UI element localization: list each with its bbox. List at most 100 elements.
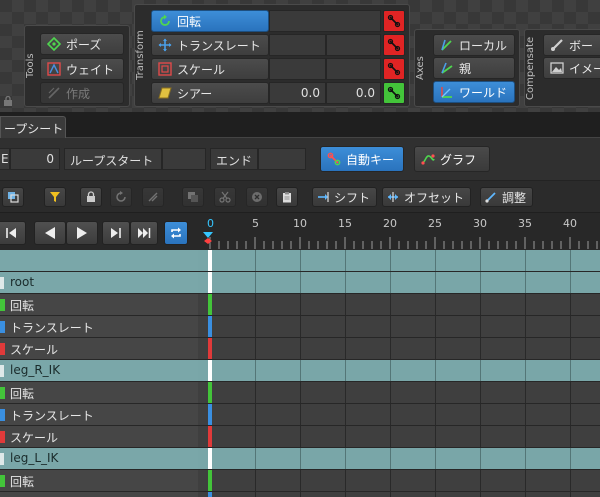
compensate-image-button[interactable]: イメー: [543, 57, 600, 79]
timeline-bone-row[interactable]: leg_R_IK: [0, 360, 600, 382]
rotate-button[interactable]: 回転: [151, 10, 269, 32]
row-track[interactable]: [198, 316, 600, 337]
compensate-group-label: Compensate: [525, 36, 536, 100]
track-grid-line: [390, 316, 391, 337]
lock-icon[interactable]: [3, 95, 13, 106]
parent-axes-button[interactable]: 親: [433, 57, 515, 79]
row-track[interactable]: [198, 448, 600, 469]
delete-button[interactable]: [246, 187, 268, 207]
scale-y-field[interactable]: [326, 58, 381, 80]
property-color-swatch: [0, 387, 5, 399]
filter-button[interactable]: [44, 187, 66, 207]
track-grid-line: [300, 316, 301, 337]
weight-button[interactable]: ウェイト: [40, 58, 124, 80]
timeline-property-row[interactable]: トランスレート: [0, 404, 600, 426]
timeline-property-row[interactable]: 回転: [0, 470, 600, 492]
play-forward-button[interactable]: [66, 221, 98, 245]
row-track[interactable]: [198, 426, 600, 447]
row-track[interactable]: [198, 470, 600, 491]
row-track[interactable]: [198, 250, 600, 271]
tab-loopsheet[interactable]: ープシート: [0, 116, 66, 138]
playhead-line: [208, 360, 212, 381]
loop-start-field[interactable]: [162, 148, 206, 170]
timeline-property-row[interactable]: [0, 492, 600, 497]
row-track[interactable]: [198, 382, 600, 403]
translate-x-field[interactable]: [269, 34, 326, 56]
row-track[interactable]: [198, 492, 600, 497]
track-grid-line: [480, 470, 481, 491]
timeline-property-row[interactable]: トランスレート: [0, 316, 600, 338]
timeline-property-row[interactable]: 回転: [0, 294, 600, 316]
duplicate-button[interactable]: [182, 187, 204, 207]
timeline-bone-row[interactable]: [0, 250, 600, 272]
loop-button[interactable]: [110, 187, 132, 207]
local-axes-button[interactable]: ローカル: [433, 34, 515, 56]
row-track[interactable]: [198, 360, 600, 381]
key-icon: [387, 62, 401, 76]
track-grid-line: [570, 448, 571, 469]
shift-button[interactable]: シフト: [312, 187, 378, 207]
create-button[interactable]: 作成: [40, 82, 124, 104]
lock-button[interactable]: [80, 187, 102, 207]
copy-key-button[interactable]: [2, 187, 24, 207]
go-to-start-button[interactable]: [0, 221, 26, 245]
rotate-value-field[interactable]: [269, 10, 381, 32]
scale-button[interactable]: スケール: [151, 58, 269, 80]
track-grid-line: [435, 426, 436, 447]
track-grid-line: [480, 404, 481, 425]
next-frame-button[interactable]: [102, 221, 130, 245]
mirror-button[interactable]: [142, 187, 164, 207]
loop-playback-button[interactable]: [164, 221, 188, 245]
timeline-bone-row[interactable]: root: [0, 272, 600, 294]
bone-expand-icon[interactable]: [0, 453, 4, 465]
track-grid-line: [255, 338, 256, 359]
compensate-bone-button[interactable]: ボー: [543, 34, 600, 56]
track-grid-line: [525, 492, 526, 497]
bone-expand-icon[interactable]: [0, 277, 4, 289]
row-track[interactable]: [198, 338, 600, 359]
graph-button[interactable]: グラフ: [414, 146, 490, 172]
frame-field[interactable]: 0: [10, 148, 60, 170]
translate-y-field[interactable]: [326, 34, 381, 56]
offset-button[interactable]: オフセット: [382, 187, 472, 207]
timeline-property-row[interactable]: スケール: [0, 426, 600, 448]
go-to-end-button[interactable]: [130, 221, 158, 245]
cut-button[interactable]: [214, 187, 236, 207]
track-grid-line: [435, 470, 436, 491]
key-icon: [387, 38, 401, 52]
end-field[interactable]: [258, 148, 306, 170]
row-track[interactable]: [198, 404, 600, 425]
world-axes-button[interactable]: ワールド: [433, 81, 515, 103]
track-grid-line: [435, 448, 436, 469]
track-grid-line: [255, 360, 256, 381]
row-track[interactable]: [198, 272, 600, 293]
paste-button[interactable]: [276, 187, 298, 207]
rotate-key-button[interactable]: [383, 10, 405, 32]
timeline-property-row[interactable]: スケール: [0, 338, 600, 360]
track-grid-line: [525, 272, 526, 293]
timeline-ruler[interactable]: 0 5 10 15 20 25 30 35 40: [198, 213, 600, 251]
translate-button[interactable]: トランスレート: [151, 34, 269, 56]
bone-expand-icon[interactable]: [0, 365, 4, 377]
track-grid-line: [480, 316, 481, 337]
timeline-property-row[interactable]: 回転: [0, 382, 600, 404]
shear-key-button[interactable]: [383, 82, 405, 104]
timeline-bone-row[interactable]: leg_L_IK: [0, 448, 600, 470]
shear-button[interactable]: シアー: [151, 82, 269, 104]
translate-key-button[interactable]: [383, 34, 405, 56]
shear-y-field[interactable]: 0.0: [326, 82, 381, 104]
track-grid-line: [345, 382, 346, 403]
auto-key-button[interactable]: 自動キー: [320, 146, 404, 172]
graph-label: グラフ: [440, 152, 477, 167]
adjust-button[interactable]: 調整: [480, 187, 534, 207]
pose-button[interactable]: ポーズ: [40, 33, 124, 55]
row-track[interactable]: [198, 294, 600, 315]
play-backward-button[interactable]: [34, 221, 66, 245]
track-grid-line: [345, 492, 346, 497]
shear-x-field[interactable]: 0.0: [269, 82, 326, 104]
scale-key-button[interactable]: [383, 58, 405, 80]
track-grid-line: [255, 404, 256, 425]
scale-x-field[interactable]: [269, 58, 326, 80]
playhead-marker[interactable]: [203, 232, 213, 244]
loop-start-label: ループスタート: [64, 148, 162, 170]
